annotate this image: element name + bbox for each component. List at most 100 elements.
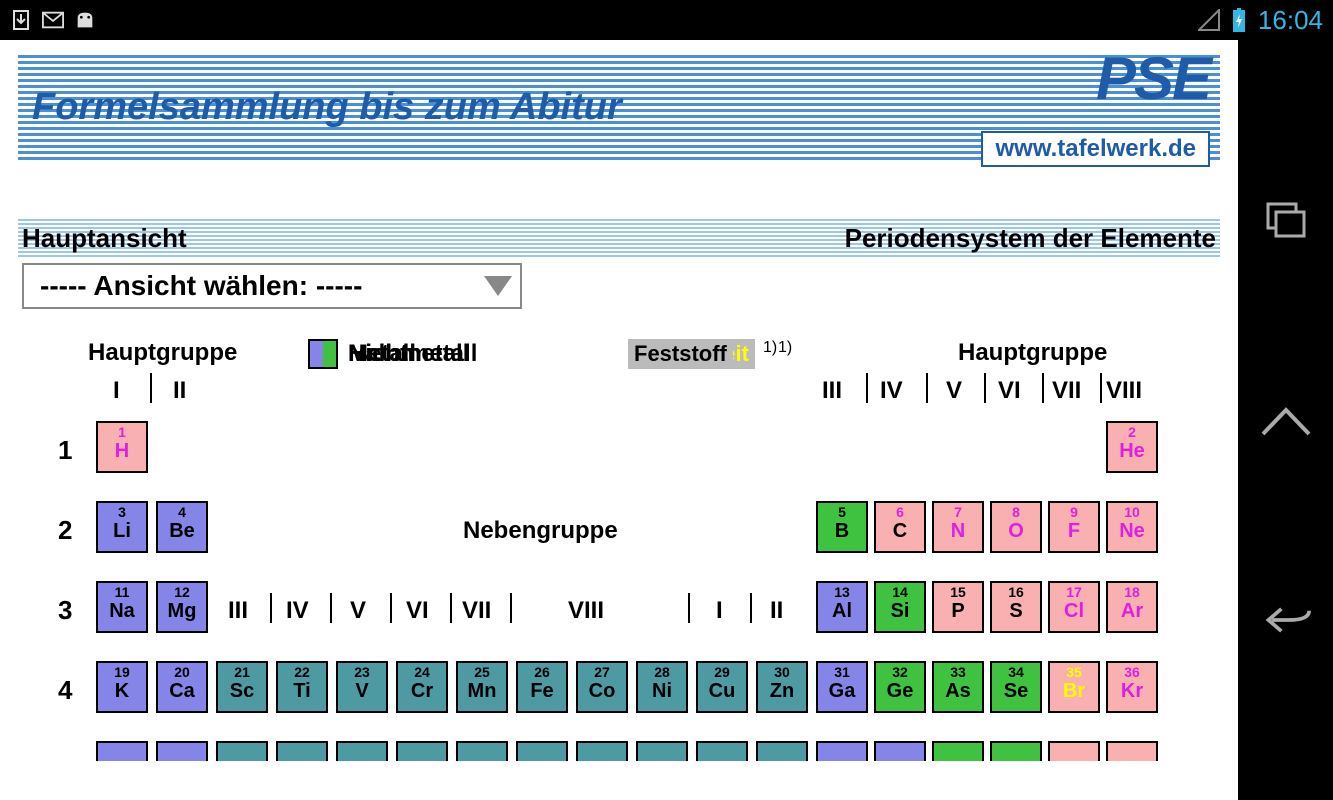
navigation-bar xyxy=(1238,40,1333,800)
element-Ge[interactable]: 32Ge xyxy=(874,661,926,713)
element-Al[interactable]: 13Al xyxy=(816,581,868,633)
element-row5-18[interactable] xyxy=(1106,741,1158,761)
pse-logo: PSE xyxy=(1096,44,1210,113)
element-Cr[interactable]: 24Cr xyxy=(396,661,448,713)
liquid-note: 1) xyxy=(778,339,792,357)
download-icon xyxy=(10,9,32,31)
subgroup-VI: VI xyxy=(406,597,429,625)
mail-icon xyxy=(42,9,64,31)
group-VII: VII xyxy=(1052,377,1081,405)
subgroup-VIII: VIII xyxy=(568,597,604,625)
element-row5-2[interactable] xyxy=(156,741,208,761)
group-I: I xyxy=(113,377,120,405)
element-O[interactable]: 8O xyxy=(990,501,1042,553)
subgroup-IV: IV xyxy=(286,597,309,625)
signal-icon xyxy=(1198,9,1220,31)
view-select[interactable]: ----- Ansicht wählen: ----- xyxy=(22,263,522,309)
battery-icon xyxy=(1228,9,1250,31)
state-solid: Feststoff xyxy=(628,339,733,369)
element-Ga[interactable]: 31Ga xyxy=(816,661,868,713)
element-row5-7[interactable] xyxy=(456,741,508,761)
element-row5-9[interactable] xyxy=(576,741,628,761)
element-K[interactable]: 19K xyxy=(96,661,148,713)
status-bar: 16:04 xyxy=(0,0,1333,40)
element-Br[interactable]: 35Br xyxy=(1048,661,1100,713)
element-row5-14[interactable] xyxy=(874,741,926,761)
element-Ne[interactable]: 10Ne xyxy=(1106,501,1158,553)
element-B[interactable]: 5B xyxy=(816,501,868,553)
element-row5-3[interactable] xyxy=(216,741,268,761)
element-row5-6[interactable] xyxy=(396,741,448,761)
element-Li[interactable]: 3Li xyxy=(96,501,148,553)
chevron-down-icon xyxy=(484,276,512,296)
element-row5-4[interactable] xyxy=(276,741,328,761)
element-row5-13[interactable] xyxy=(816,741,868,761)
hauptgruppe-left-label: Hauptgruppe xyxy=(88,339,237,367)
hauptgruppe-right-label: Hauptgruppe xyxy=(958,339,1107,367)
header-banner: Formelsammlung bis zum Abitur PSE www.ta… xyxy=(18,52,1220,162)
nebengruppe-label: Nebengruppe xyxy=(463,517,618,545)
element-Mn[interactable]: 25Mn xyxy=(456,661,508,713)
select-label: ----- Ansicht wählen: ----- xyxy=(40,270,362,302)
element-Cu[interactable]: 29Cu xyxy=(696,661,748,713)
back-button[interactable] xyxy=(1261,600,1311,640)
subgroup-II: II xyxy=(770,597,783,625)
element-row5-11[interactable] xyxy=(696,741,748,761)
element-row5-17[interactable] xyxy=(1048,741,1100,761)
element-As[interactable]: 33As xyxy=(932,661,984,713)
recent-apps-button[interactable] xyxy=(1261,200,1311,240)
element-Se[interactable]: 34Se xyxy=(990,661,1042,713)
element-row5-10[interactable] xyxy=(636,741,688,761)
subheader: Hauptansicht Periodensystem der Elemente xyxy=(18,217,1220,259)
element-He[interactable]: 2He xyxy=(1106,421,1158,473)
element-Ca[interactable]: 20Ca xyxy=(156,661,208,713)
group-II: II xyxy=(173,377,186,405)
element-Ar[interactable]: 18Ar xyxy=(1106,581,1158,633)
element-P[interactable]: 15P xyxy=(932,581,984,633)
legend-metall: Metall xyxy=(308,339,416,369)
period-4: 4 xyxy=(58,675,72,706)
android-icon xyxy=(74,9,96,31)
element-C[interactable]: 6C xyxy=(874,501,926,553)
group-IV: IV xyxy=(880,377,903,405)
element-Fe[interactable]: 26Fe xyxy=(516,661,568,713)
period-3: 3 xyxy=(58,595,72,626)
view-name: Hauptansicht xyxy=(22,223,187,254)
element-H[interactable]: 1H xyxy=(96,421,148,473)
group-VIII: VIII xyxy=(1106,377,1142,405)
element-S[interactable]: 16S xyxy=(990,581,1042,633)
home-button[interactable] xyxy=(1261,400,1311,440)
solid-note: 1) xyxy=(763,339,777,357)
element-row5-15[interactable] xyxy=(932,741,984,761)
group-V: V xyxy=(946,377,962,405)
element-V[interactable]: 23V xyxy=(336,661,388,713)
group-VI: VI xyxy=(998,377,1021,405)
page-subtitle: Periodensystem der Elemente xyxy=(845,223,1216,254)
group-III: III xyxy=(822,377,842,405)
element-Co[interactable]: 27Co xyxy=(576,661,628,713)
element-Na[interactable]: 11Na xyxy=(96,581,148,633)
element-Kr[interactable]: 36Kr xyxy=(1106,661,1158,713)
element-Ni[interactable]: 28Ni xyxy=(636,661,688,713)
page-title: Formelsammlung bis zum Abitur xyxy=(18,86,622,129)
clock: 16:04 xyxy=(1258,5,1323,36)
element-N[interactable]: 7N xyxy=(932,501,984,553)
element-row5-16[interactable] xyxy=(990,741,1042,761)
subgroup-V: V xyxy=(350,597,366,625)
element-row5-12[interactable] xyxy=(756,741,808,761)
element-F[interactable]: 9F xyxy=(1048,501,1100,553)
element-row5-5[interactable] xyxy=(336,741,388,761)
subgroup-VII: VII xyxy=(462,597,491,625)
element-Mg[interactable]: 12Mg xyxy=(156,581,208,633)
element-row5-8[interactable] xyxy=(516,741,568,761)
element-Cl[interactable]: 17Cl xyxy=(1048,581,1100,633)
element-Si[interactable]: 14Si xyxy=(874,581,926,633)
element-Zn[interactable]: 30Zn xyxy=(756,661,808,713)
period-1: 1 xyxy=(58,435,72,466)
element-Sc[interactable]: 21Sc xyxy=(216,661,268,713)
element-Ti[interactable]: 22Ti xyxy=(276,661,328,713)
element-row5-1[interactable] xyxy=(96,741,148,761)
app-content: Formelsammlung bis zum Abitur PSE www.ta… xyxy=(0,40,1238,800)
element-Be[interactable]: 4Be xyxy=(156,501,208,553)
subgroup-I: I xyxy=(716,597,723,625)
